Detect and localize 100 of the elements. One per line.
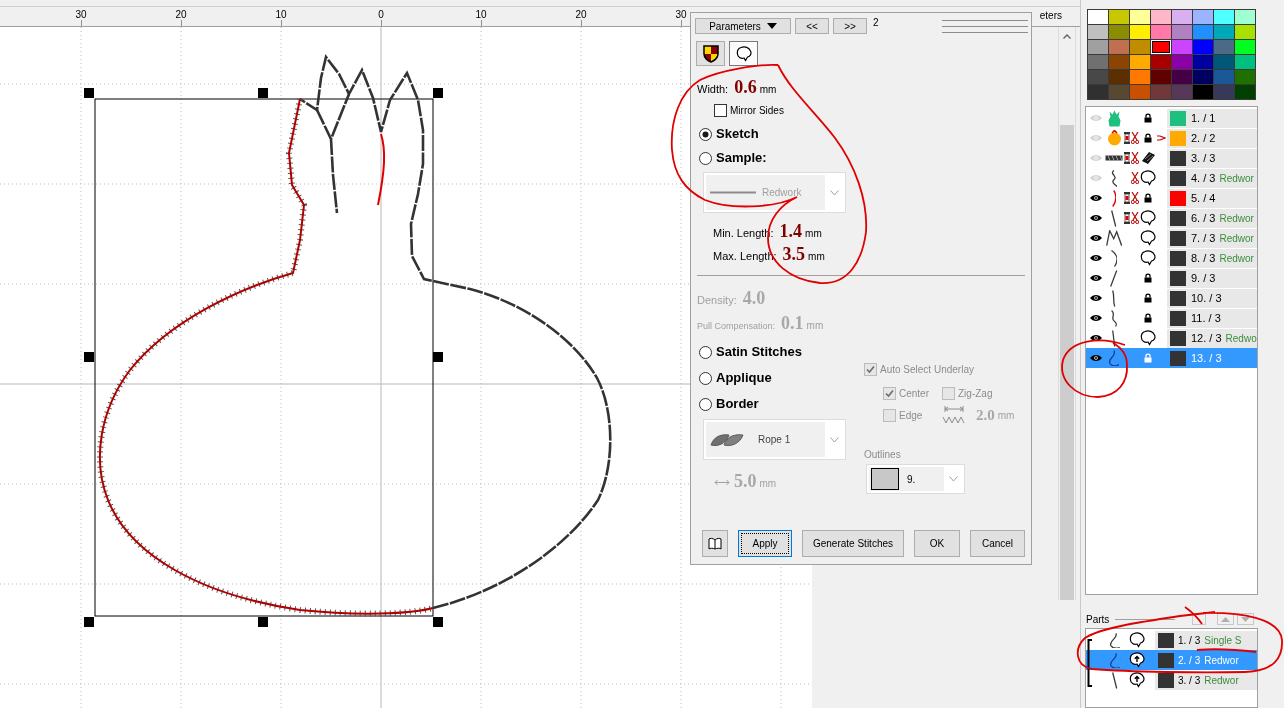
- color-swatch-icon[interactable]: [1151, 85, 1171, 99]
- color-swatch-icon[interactable]: [1172, 70, 1192, 84]
- color-swatch-icon[interactable]: [1235, 85, 1255, 99]
- color-swatch-icon[interactable]: [1130, 55, 1150, 69]
- color-swatch-icon[interactable]: [1214, 85, 1234, 99]
- color-swatch-icon[interactable]: [1109, 25, 1129, 39]
- color-swatch-icon[interactable]: [1130, 40, 1150, 54]
- color-swatch-icon[interactable]: [1109, 10, 1129, 24]
- color-swatch-icon[interactable]: [1214, 40, 1234, 54]
- resize-handle[interactable]: [258, 88, 268, 98]
- color-swatch-icon[interactable]: [1088, 55, 1108, 69]
- checkbox[interactable]: [714, 103, 727, 117]
- radio-button[interactable]: [699, 371, 712, 385]
- color-swatch-icon[interactable]: [1193, 70, 1213, 84]
- resize-handle[interactable]: [433, 352, 443, 362]
- option-label: Border: [716, 395, 759, 414]
- value-display: 0.1: [781, 314, 804, 332]
- chevron-down-icon: [829, 436, 839, 443]
- resize-handle[interactable]: [258, 617, 268, 627]
- outlines-dropdown[interactable]: 9.: [866, 464, 965, 494]
- resize-handle[interactable]: [84, 617, 94, 627]
- color-swatch-icon[interactable]: [1151, 70, 1171, 84]
- dialog-button[interactable]: Cancel: [970, 530, 1025, 557]
- color-swatch-icon[interactable]: [1151, 25, 1171, 39]
- previous-button[interactable]: <<: [795, 18, 829, 34]
- color-swatch-icon[interactable]: [1193, 85, 1213, 99]
- eye-icon[interactable]: [1090, 254, 1102, 262]
- fill-mode-tab[interactable]: [696, 41, 725, 66]
- color-swatch-icon[interactable]: [1151, 55, 1171, 69]
- eye-icon[interactable]: [1090, 334, 1102, 342]
- color-swatch-icon[interactable]: [1172, 25, 1192, 39]
- field-label: Density:: [697, 293, 737, 308]
- color-swatch-icon[interactable]: [1235, 40, 1255, 54]
- color-swatch-icon[interactable]: [1235, 55, 1255, 69]
- outline-mode-tab[interactable]: [729, 41, 758, 66]
- eye-icon[interactable]: [1090, 214, 1102, 222]
- dialog-button[interactable]: Apply: [738, 530, 792, 557]
- option-label: Sample:: [716, 149, 767, 168]
- color-swatch-icon[interactable]: [1088, 40, 1108, 54]
- color-swatch-icon[interactable]: [1172, 85, 1192, 99]
- color-swatch-icon[interactable]: [1214, 25, 1234, 39]
- unit-label: mm: [997, 408, 1015, 423]
- color-swatch-icon[interactable]: [1193, 40, 1213, 54]
- color-swatch-icon[interactable]: [1235, 25, 1255, 39]
- color-swatch-icon[interactable]: [1130, 10, 1150, 24]
- eye-icon[interactable]: [1090, 194, 1102, 202]
- dialog-button[interactable]: Generate Stitches: [802, 530, 904, 557]
- radio-button[interactable]: [699, 151, 712, 165]
- color-swatch-icon[interactable]: [1109, 40, 1129, 54]
- leaf-pattern-icon: [710, 431, 744, 448]
- color-swatch-icon[interactable]: [1235, 70, 1255, 84]
- resize-handle[interactable]: [433, 88, 443, 98]
- book-button[interactable]: [702, 530, 728, 557]
- eye-icon[interactable]: [1090, 274, 1102, 282]
- border-pattern-dropdown[interactable]: Rope 1: [703, 419, 846, 460]
- color-swatch-icon[interactable]: [1109, 70, 1129, 84]
- eye-icon[interactable]: [1090, 314, 1102, 322]
- option-label: Center: [899, 386, 929, 401]
- color-swatch-icon[interactable]: [1109, 85, 1129, 99]
- next-button[interactable]: >>: [833, 18, 867, 34]
- color-swatch-icon[interactable]: [1172, 55, 1192, 69]
- outline-arrow-icon: [1129, 672, 1145, 689]
- color-swatch-icon[interactable]: [1193, 55, 1213, 69]
- color-swatch-icon[interactable]: [1088, 10, 1108, 24]
- color-swatch-icon[interactable]: [1172, 40, 1192, 54]
- radio-button[interactable]: [699, 345, 712, 359]
- eye-icon[interactable]: [1090, 294, 1102, 302]
- dialog-button[interactable]: OK: [914, 530, 960, 557]
- lock-icon: [1144, 293, 1152, 303]
- color-swatch-icon[interactable]: [1151, 40, 1171, 54]
- color-swatch-icon[interactable]: [1172, 10, 1192, 24]
- color-swatch-icon[interactable]: [1193, 25, 1213, 39]
- resize-handle[interactable]: [433, 617, 443, 627]
- resize-handle[interactable]: [84, 352, 94, 362]
- color-swatch-icon[interactable]: [1088, 70, 1108, 84]
- color-swatch-icon: [871, 468, 899, 490]
- radio-button[interactable]: [699, 127, 712, 141]
- scroll-up-icon[interactable]: [1063, 34, 1071, 39]
- color-swatch-icon[interactable]: [1235, 10, 1255, 24]
- eye-icon[interactable]: [1090, 234, 1102, 242]
- eye-icon[interactable]: [1090, 354, 1102, 362]
- color-swatch-icon[interactable]: [1193, 10, 1213, 24]
- color-swatch-icon[interactable]: [1130, 85, 1150, 99]
- resize-handle[interactable]: [84, 88, 94, 98]
- color-swatch-icon[interactable]: [1109, 55, 1129, 69]
- color-swatch-icon[interactable]: [1130, 70, 1150, 84]
- color-swatch-icon[interactable]: [1214, 55, 1234, 69]
- parameters-menu-button[interactable]: Parameters: [695, 18, 791, 34]
- color-swatch-icon[interactable]: [1214, 70, 1234, 84]
- radio-button[interactable]: [699, 397, 712, 411]
- color-swatch-icon[interactable]: [1214, 10, 1234, 24]
- grip-lines-icon[interactable]: [942, 19, 1028, 33]
- color-swatch-icon[interactable]: [1151, 10, 1171, 24]
- part-number: 3. / 3: [1178, 673, 1201, 688]
- color-swatch-icon[interactable]: [1088, 85, 1108, 99]
- color-swatch-icon[interactable]: [1130, 25, 1150, 39]
- color-swatch-icon[interactable]: [1088, 25, 1108, 39]
- scrollbar[interactable]: [1058, 27, 1076, 600]
- scrollbar-thumb[interactable]: [1060, 125, 1074, 600]
- line-thumbnail-icon: [1112, 289, 1116, 307]
